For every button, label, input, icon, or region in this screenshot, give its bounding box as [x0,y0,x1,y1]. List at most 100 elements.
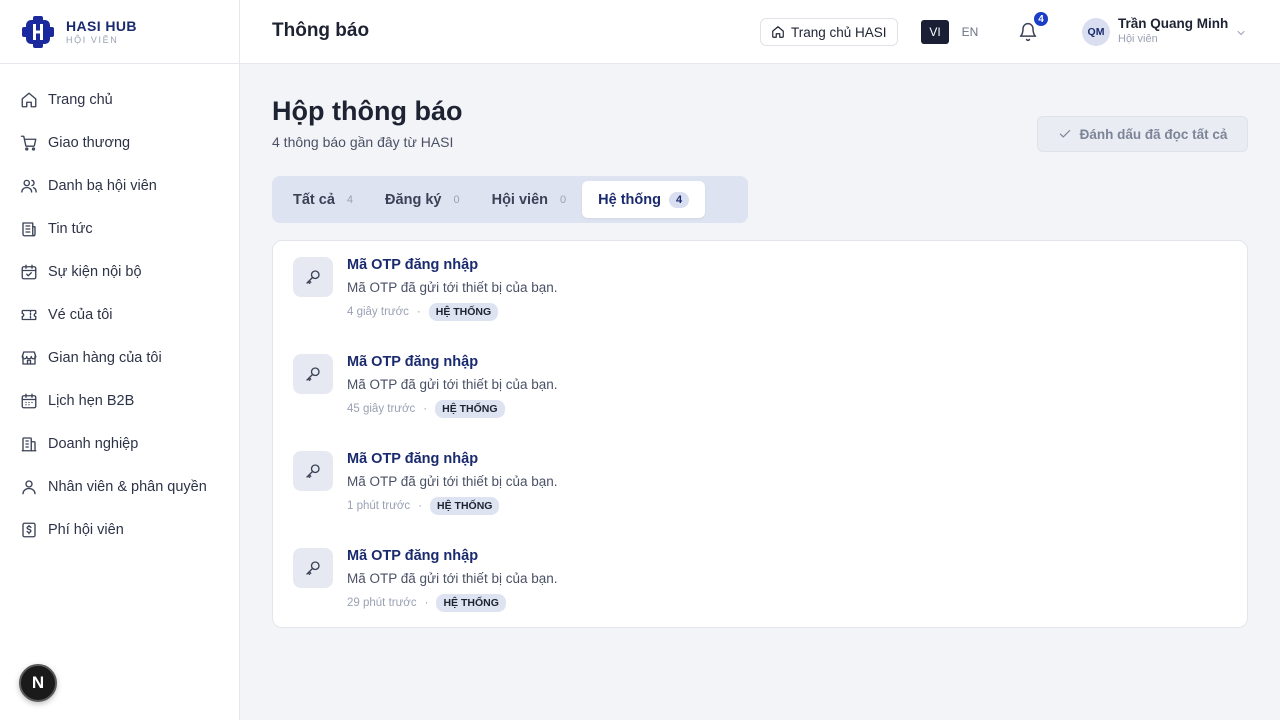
notification-title: Mã OTP đăng nhập [347,451,479,467]
inbox-heading: Hộp thông báo [272,96,463,126]
sidebar-item-doanh-nghiep[interactable]: Doanh nghiệp [0,422,239,465]
sidebar-item-label: Vé của tôi [48,306,113,323]
sidebar-item-label: Trang chủ [48,91,113,108]
brand[interactable]: HASI HUB HỘI VIÊN [0,0,239,64]
notification-count-badge: 4 [1032,10,1050,28]
notification-item[interactable]: Mã OTP đăng nhập Mã OTP đã gửi tới thiết… [293,241,1223,338]
key-icon [306,367,320,382]
sidebar-item-label: Doanh nghiệp [48,435,139,452]
topbar: Thông báo Trang chủ HASI VI EN 4 QM Trần… [240,0,1280,64]
notification-title: Mã OTP đăng nhập [347,354,479,370]
notification-item[interactable]: Mã OTP đăng nhập Mã OTP đã gửi tới thiết… [293,532,1223,629]
tab-label: Hệ thống [598,191,661,208]
tab-count: 4 [346,193,354,206]
sidebar-item-nhan-vien[interactable]: Nhân viên & phân quyền [0,465,239,508]
sidebar-item-lich-hen[interactable]: Lịch hẹn B2B [0,379,239,422]
notification-title: Mã OTP đăng nhập [347,548,479,564]
sidebar-item-label: Gian hàng của tôi [48,349,162,366]
notification-item[interactable]: Mã OTP đăng nhập Mã OTP đã gửi tới thiết… [293,435,1223,532]
tab-system[interactable]: Hệ thống 4 [582,181,706,218]
main-content: Hộp thông báo 4 thông báo gần đây từ HAS… [240,64,1280,720]
notification-meta: 29 phút trước · HỆ THỐNG [347,594,506,612]
sidebar-item-gian-hang[interactable]: Gian hàng của tôi [0,336,239,379]
filter-tabs: Tất cả 4 Đăng ký 0 Hội viên 0 Hệ thống 4 [272,176,748,223]
brand-name: HASI HUB [66,18,137,34]
tab-member[interactable]: Hội viên 0 [476,181,583,218]
sidebar-item-label: Phí hội viên [48,521,124,538]
hasi-home-button[interactable]: Trang chủ HASI [760,18,898,46]
newspaper-icon [22,221,36,236]
notification-body: Mã OTP đã gửi tới thiết bị của bạn. [347,377,558,392]
notification-icon-box [293,451,333,491]
hasi-home-label: Trang chủ HASI [791,24,887,40]
lang-vi-button[interactable]: VI [921,20,949,44]
tab-label: Đăng ký [385,191,442,208]
notification-tag: HỆ THỐNG [430,497,500,515]
hasi-logo-icon [22,15,54,48]
sidebar-item-danh-ba[interactable]: Danh bạ hội viên [0,164,239,207]
notification-time: 29 phút trước [347,597,417,609]
inbox-subtitle: 4 thông báo gần đây từ HASI [272,134,454,150]
notification-icon-box [293,548,333,588]
store-icon [21,350,37,365]
notification-title: Mã OTP đăng nhập [347,257,479,273]
ticket-icon [21,309,37,320]
key-icon [306,464,320,479]
sidebar-item-trang-chu[interactable]: Trang chủ [0,78,239,121]
user-role: Hội viên [1118,33,1158,45]
notification-body: Mã OTP đã gửi tới thiết bị của bạn. [347,280,558,295]
user-name[interactable]: Trần Quang Minh [1118,16,1228,31]
avatar[interactable]: QM [1082,18,1110,46]
key-icon [306,270,320,285]
mark-all-read-button[interactable]: Đánh dấu đã đọc tất cả [1037,116,1248,152]
notification-time: 45 giây trước [347,403,416,415]
home-icon [21,92,37,107]
notification-meta: 45 giây trước · HỆ THỐNG [347,400,505,418]
key-icon [306,561,320,576]
page-title: Thông báo [272,20,370,41]
notification-icon-box [293,354,333,394]
notification-body: Mã OTP đã gửi tới thiết bị của bạn. [347,474,558,489]
sidebar-item-label: Lịch hẹn B2B [48,392,135,409]
tab-label: Hội viên [491,191,548,208]
sidebar-item-tin-tuc[interactable]: Tin tức [0,207,239,250]
separator: · [423,403,428,415]
floating-action-button[interactable]: N [19,664,57,702]
tab-registration[interactable]: Đăng ký 0 [369,181,476,218]
notification-time: 4 giây trước [347,306,409,318]
mark-all-read-label: Đánh dấu đã đọc tất cả [1079,126,1228,142]
cart-icon [20,135,37,151]
users-icon [21,179,37,193]
notification-body: Mã OTP đã gửi tới thiết bị của bạn. [347,571,558,586]
notification-tag: HỆ THỐNG [436,594,506,612]
tab-count: 0 [560,193,567,206]
sidebar-item-label: Danh bạ hội viên [48,177,157,194]
notification-tag: HỆ THỐNG [428,303,499,321]
separator: · [416,306,421,318]
user-icon [22,479,36,494]
sidebar-item-giao-thuong[interactable]: Giao thương [0,121,239,164]
notification-meta: 4 giây trước · HỆ THỐNG [347,303,499,321]
brand-subtitle: HỘI VIÊN [66,35,119,45]
sidebar-item-su-kien[interactable]: Sự kiện nội bộ [0,250,239,293]
sidebar-item-label: Giao thương [48,134,131,151]
separator: · [418,500,423,512]
chevron-down-icon[interactable] [1235,27,1247,39]
home-icon [772,26,784,38]
tab-count: 0 [453,193,460,206]
lang-en-button[interactable]: EN [956,20,984,44]
check-icon [1059,129,1070,138]
calendar-icon [21,393,37,408]
sidebar-nav: Trang chủ Giao thương Danh bạ hội viên T… [0,64,239,551]
building-icon [21,436,37,451]
tab-label: Tất cả [293,191,335,208]
calendar-check-icon [21,264,37,279]
notification-list: Mã OTP đăng nhập Mã OTP đã gửi tới thiết… [272,240,1248,628]
notification-meta: 1 phút trước · HỆ THỐNG [347,497,500,515]
sidebar-item-phi-hoi-vien[interactable]: Phí hội viên [0,508,239,551]
notification-item[interactable]: Mã OTP đăng nhập Mã OTP đã gửi tới thiết… [293,338,1223,435]
tab-all[interactable]: Tất cả 4 [277,181,369,218]
sidebar-item-label: Nhân viên & phân quyền [48,478,207,495]
sidebar-item-ve[interactable]: Vé của tôi [0,293,239,336]
sidebar: HASI HUB HỘI VIÊN Trang chủ Giao thương … [0,0,240,720]
